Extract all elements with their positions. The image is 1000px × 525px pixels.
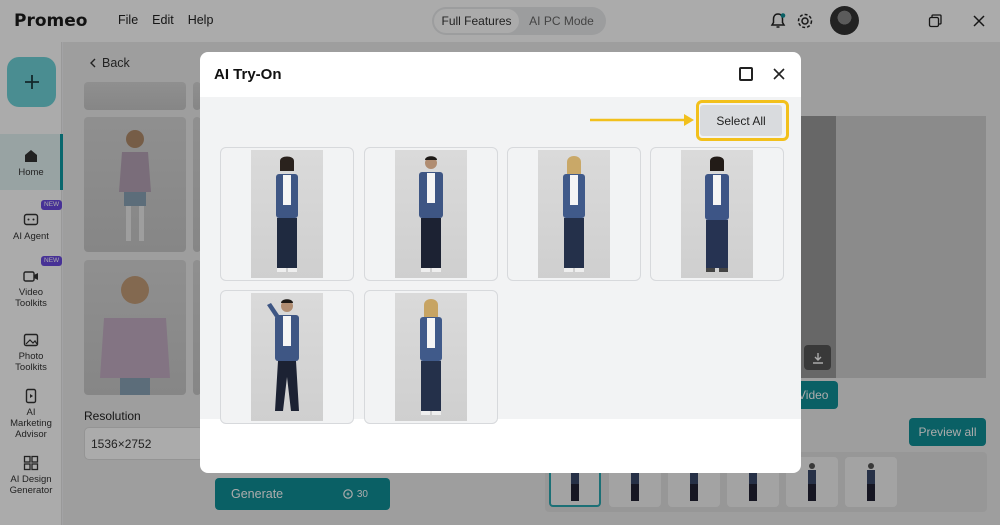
- try-on-image-card[interactable]: [364, 147, 498, 281]
- woman-dark-hair-image: [251, 150, 323, 278]
- ai-try-on-dialog: AI Try-On Select All: [200, 52, 801, 473]
- woman-dark-hair-2-image: [681, 150, 753, 278]
- man-short-hair-image: [395, 150, 467, 278]
- try-on-image-card[interactable]: [220, 290, 354, 424]
- try-on-image-card[interactable]: [650, 147, 784, 281]
- try-on-image-card[interactable]: [220, 147, 354, 281]
- man-posing-image: [251, 293, 323, 421]
- try-on-image-card[interactable]: [507, 147, 641, 281]
- close-icon[interactable]: [771, 66, 787, 82]
- dialog-title: AI Try-On: [214, 66, 282, 83]
- select-all-button[interactable]: Select All: [700, 105, 782, 136]
- try-on-image-card[interactable]: [364, 290, 498, 424]
- woman-blonde-image: [538, 150, 610, 278]
- pointer-arrow-icon: [590, 114, 694, 126]
- maximize-icon[interactable]: [739, 67, 753, 81]
- woman-blonde-2-image: [395, 293, 467, 421]
